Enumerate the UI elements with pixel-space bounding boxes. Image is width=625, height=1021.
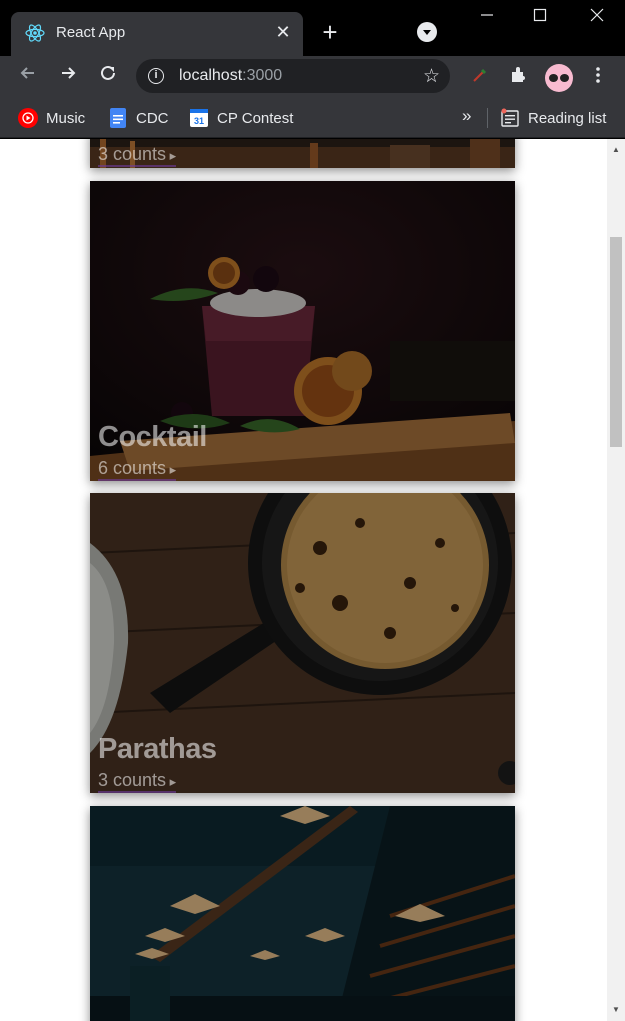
minimize-icon[interactable] (472, 6, 502, 30)
scroll-down-arrow-icon[interactable]: ▼ (611, 1005, 621, 1014)
category-card[interactable]: 3 counts (90, 139, 515, 168)
category-count-link[interactable]: 3 counts (98, 770, 177, 793)
new-tab-button[interactable]: + (318, 19, 342, 45)
site-info-icon[interactable]: i (148, 68, 164, 84)
bookmarks-divider (487, 108, 488, 128)
extensions-puzzle-icon[interactable] (506, 65, 530, 89)
bookmark-label: CP Contest (217, 109, 294, 127)
bookmark-label: Music (46, 109, 86, 127)
close-window-icon[interactable] (582, 6, 612, 30)
bookmark-cdc[interactable]: CDC (108, 107, 169, 129)
address-bar[interactable]: i localhost:3000 ☆ (136, 59, 450, 93)
google-calendar-icon: 31 (190, 109, 208, 127)
page-scrollbar[interactable]: ▲ ▼ (607, 139, 625, 1021)
eyedropper-extension-icon[interactable] (468, 65, 492, 89)
profile-avatar[interactable] (545, 64, 573, 92)
card-overlay (90, 806, 515, 1021)
tab-search-icon[interactable] (417, 22, 437, 42)
menu-kebab-icon[interactable] (586, 65, 610, 89)
maximize-icon[interactable] (525, 6, 555, 30)
youtube-music-icon (18, 108, 38, 128)
category-card-cocktail[interactable]: Cocktail 6 counts (90, 181, 515, 481)
url-text[interactable]: localhost:3000 (179, 67, 282, 85)
bookmarks-overflow-button[interactable]: » (462, 106, 471, 126)
browser-toolbar: i localhost:3000 ☆ (0, 56, 625, 98)
page-viewport: 3 counts ▸ Cocktail 6 counts ▸ Parathas … (0, 139, 625, 1021)
svg-text:31: 31 (194, 116, 204, 126)
category-count-link[interactable]: 3 counts (98, 144, 177, 167)
reading-list-label: Reading list (528, 109, 607, 127)
reading-list-icon (501, 108, 519, 127)
bookmark-music[interactable]: Music (18, 107, 85, 129)
browser-window: React App ✕ + i localhost:3000 ☆ Music C… (0, 0, 625, 1021)
tab-strip: React App ✕ + (0, 0, 625, 56)
bookmarks-bar: Music CDC 31 CP Contest » Reading list (0, 98, 625, 138)
google-docs-icon (110, 108, 126, 128)
tab-react-app[interactable]: React App ✕ (11, 12, 303, 56)
category-title: Parathas (98, 733, 217, 765)
tab-title: React App (56, 24, 126, 41)
reload-icon[interactable] (94, 63, 122, 91)
react-icon (25, 24, 45, 42)
bookmark-label: CDC (136, 109, 169, 127)
back-icon[interactable] (14, 63, 42, 91)
category-card[interactable] (90, 806, 515, 1021)
bookmark-cp-contest[interactable]: 31 CP Contest (189, 107, 293, 129)
reading-list-button[interactable]: Reading list (500, 107, 606, 129)
tab-close-icon[interactable]: ✕ (273, 22, 293, 42)
scroll-thumb[interactable] (610, 237, 622, 447)
category-title: Cocktail (98, 421, 207, 453)
category-card-parathas[interactable]: Parathas 3 counts (90, 493, 515, 793)
scroll-up-arrow-icon[interactable]: ▲ (611, 145, 621, 154)
bookmark-star-icon[interactable]: ☆ (423, 65, 440, 88)
forward-icon[interactable] (54, 63, 82, 91)
category-count-link[interactable]: 6 counts (98, 458, 177, 481)
